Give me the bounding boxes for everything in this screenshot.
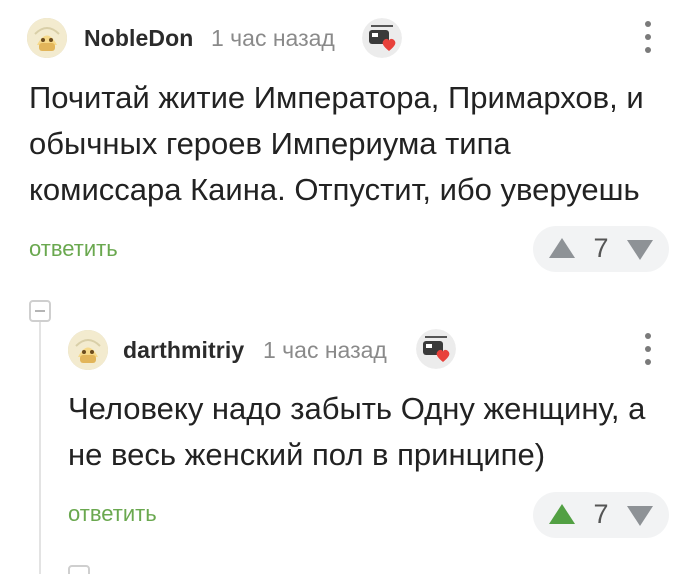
comment-text-line: комиссара Каина. Отпустит, ибо уверуешь <box>29 172 640 207</box>
more-vertical-icon[interactable] <box>638 19 658 55</box>
rating-control: 7 <box>533 226 669 272</box>
comment-text-line: не весь женский пол в принципе) <box>68 437 546 472</box>
rating-control: 7 <box>533 492 669 538</box>
comment-timestamp: 1 час назад <box>263 337 387 363</box>
reply-button[interactable]: ответить <box>29 236 118 262</box>
arrow-down-icon[interactable] <box>627 240 653 260</box>
reply-button[interactable]: ответить <box>68 501 157 527</box>
comment-text-line: Человеку надо забыть Одну женщину, а <box>68 391 646 426</box>
heart-badge-icon[interactable] <box>362 18 402 58</box>
more-vertical-icon[interactable] <box>638 331 658 367</box>
comment-author[interactable]: NobleDon <box>84 25 193 52</box>
comment-text-line: обычных героев Империума типа <box>29 126 511 161</box>
arrow-down-icon[interactable] <box>627 506 653 526</box>
comment-text: Человеку надо забыть Одну женщину, а не … <box>68 386 645 478</box>
comment-text: Почитай житие Императора, Примархов, и о… <box>29 75 644 213</box>
user-avatar-icon[interactable] <box>27 18 67 58</box>
comment-text-line: Почитай житие Императора, Примархов, и <box>29 80 644 115</box>
collapse-thread-icon[interactable] <box>29 300 51 322</box>
user-avatar-icon[interactable] <box>68 330 108 370</box>
thread-line <box>39 315 41 574</box>
comment-author[interactable]: darthmitriy <box>123 337 244 364</box>
collapse-thread-icon[interactable] <box>68 565 90 574</box>
comment-timestamp: 1 час назад <box>211 25 335 51</box>
heart-badge-icon[interactable] <box>416 329 456 369</box>
comments-page: NobleDon 1 час назад Почитай житие Импер… <box>0 0 700 574</box>
